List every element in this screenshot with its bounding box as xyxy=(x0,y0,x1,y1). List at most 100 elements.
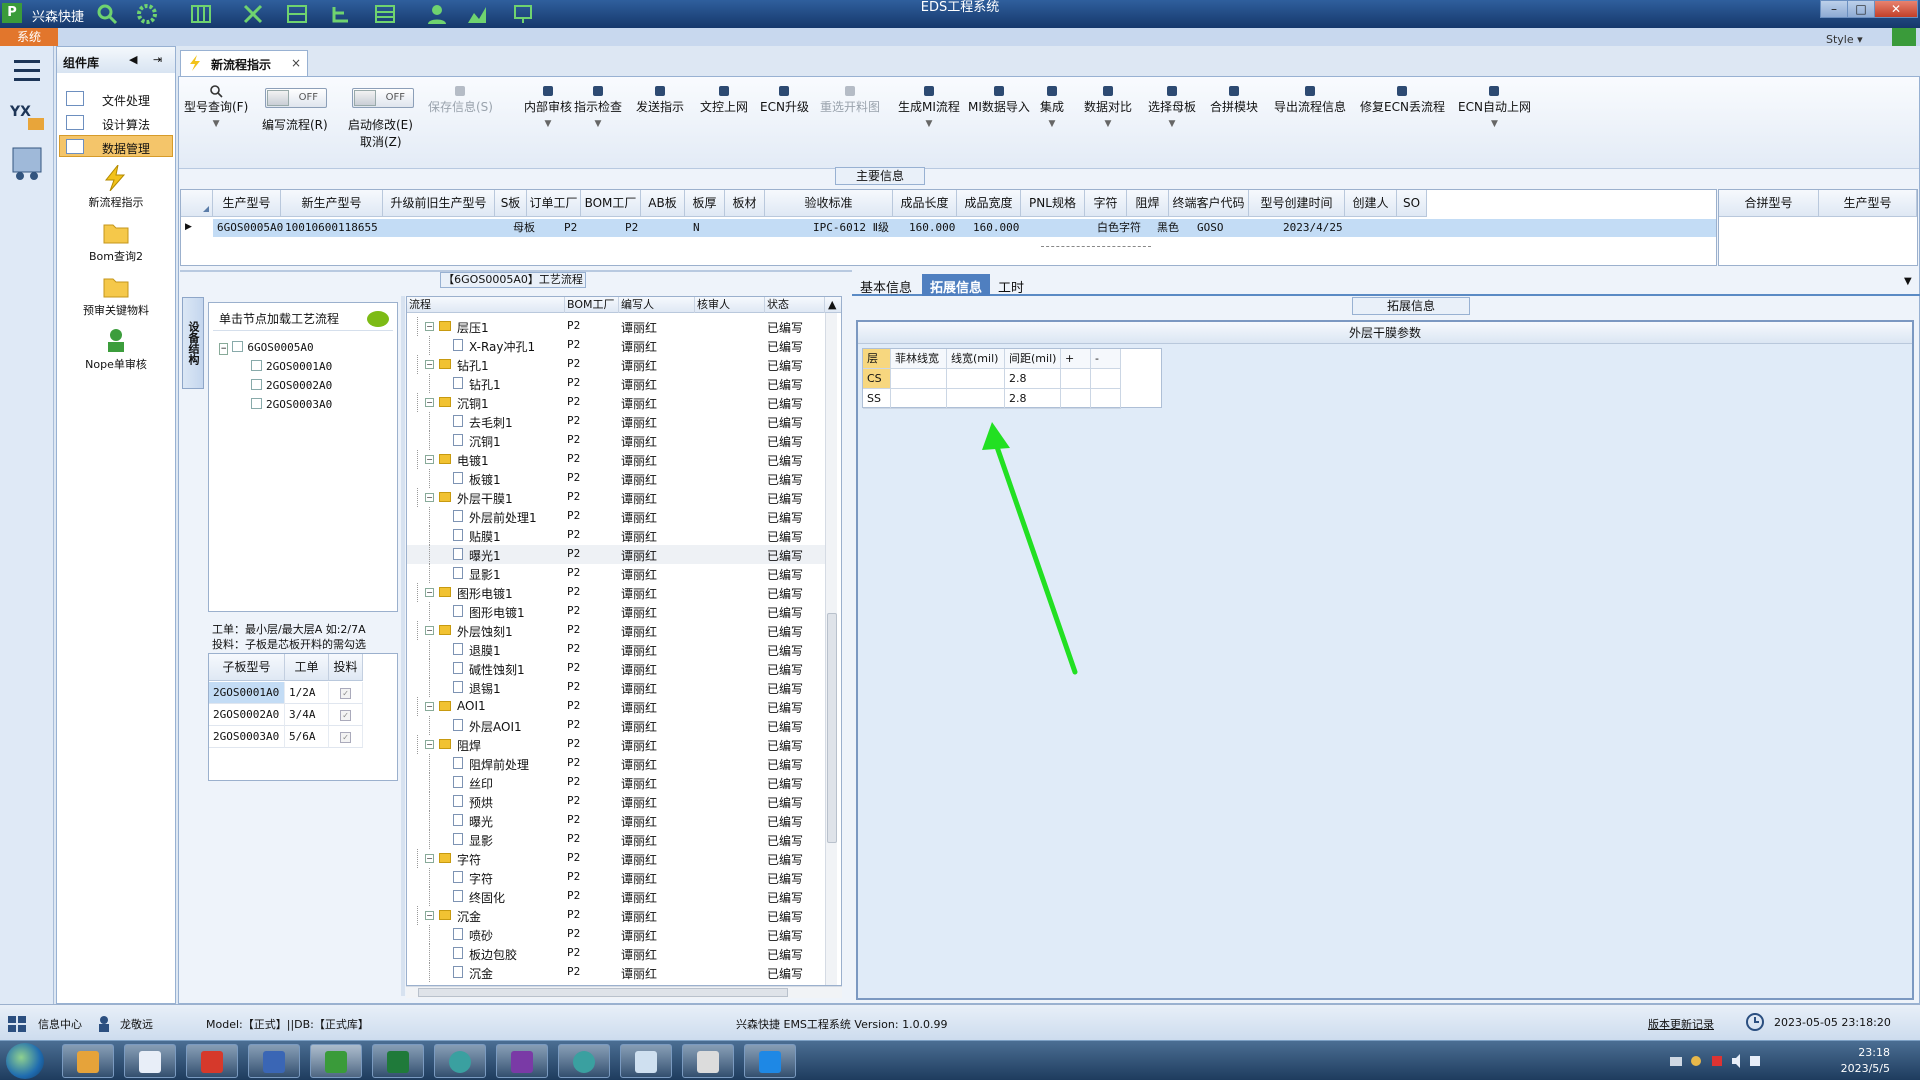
checkbox[interactable] xyxy=(232,341,244,352)
col-header[interactable]: 订单工厂 xyxy=(527,190,581,217)
param-layer[interactable]: SS xyxy=(863,389,891,409)
vertical-tab-device-structure[interactable]: 设备结构 xyxy=(182,297,204,389)
taskbar-app-calc[interactable] xyxy=(682,1044,734,1078)
collapse-icon[interactable]: − xyxy=(425,911,434,920)
param-cell[interactable] xyxy=(1061,369,1091,389)
flow-row[interactable]: − 沉金 P2 谭丽红 已编写 xyxy=(407,906,825,925)
collapse-icon[interactable]: − xyxy=(425,702,434,711)
flow-row[interactable]: − 钻孔1 P2 谭丽红 已编写 xyxy=(407,355,825,374)
sub-board-feed[interactable]: ✓ xyxy=(329,704,363,726)
flow-row[interactable]: 外层AOI1 P2 谭丽红 已编写 xyxy=(407,716,825,735)
tree-node[interactable]: 2GOS0003A0 xyxy=(251,396,332,414)
param-cell[interactable] xyxy=(947,369,1005,389)
toolbar-button-11[interactable]: 选择母板 ▼ xyxy=(1148,84,1196,129)
flow-row[interactable]: 沉金 P2 谭丽红 已编写 xyxy=(407,963,825,982)
taskbar-app-excel[interactable] xyxy=(372,1044,424,1078)
toolbar-button-8[interactable]: MI数据导入 xyxy=(968,84,1030,115)
flow-row[interactable]: 碱性蚀刻1 P2 谭丽红 已编写 xyxy=(407,659,825,678)
toolbar-button-6[interactable]: 重选开料图 xyxy=(820,84,880,115)
param-cell[interactable] xyxy=(891,369,947,389)
col-header[interactable]: 工单 xyxy=(285,654,329,681)
flow-row[interactable]: 外层前处理1 P2 谭丽红 已编写 xyxy=(407,507,825,526)
taskbar-clock[interactable]: 23:18 2023/5/5 xyxy=(1770,1045,1890,1077)
yx-module-icon[interactable]: YX xyxy=(6,94,48,136)
param-col-header[interactable]: - xyxy=(1091,349,1121,369)
flow-row[interactable]: 曝光1 P2 谭丽红 已编写 xyxy=(407,545,825,564)
param-col-header[interactable]: 层 xyxy=(863,349,891,369)
checkbox[interactable] xyxy=(251,360,262,371)
flow-row[interactable]: 板边包胶 P2 谭丽红 已编写 xyxy=(407,944,825,963)
tab-extended-info[interactable]: 拓展信息 xyxy=(922,274,991,296)
tool-bom-query[interactable]: Bom查询2 xyxy=(59,219,173,264)
param-layer[interactable]: CS xyxy=(863,369,891,389)
tree-node[interactable]: 2GOS0001A0 xyxy=(251,358,332,376)
menu-icon[interactable] xyxy=(6,50,48,92)
flow-row[interactable]: 退膜1 P2 谭丽红 已编写 xyxy=(407,640,825,659)
col-header[interactable]: 升级前旧生产型号 xyxy=(383,190,495,217)
taskbar-app-save[interactable] xyxy=(248,1044,300,1078)
col-header[interactable]: 合拼型号 xyxy=(1719,190,1819,217)
flow-row[interactable]: − 外层干膜1 P2 谭丽红 已编写 xyxy=(407,488,825,507)
param-cell[interactable] xyxy=(891,389,947,409)
col-header[interactable]: 阻焊 xyxy=(1127,190,1169,217)
col-header[interactable]: 核审人 xyxy=(695,297,765,313)
flow-row[interactable]: − 外层蚀刻1 P2 谭丽红 已编写 xyxy=(407,621,825,640)
sub-board-order[interactable]: 5/6A xyxy=(285,726,329,748)
param-col-header[interactable]: 菲林线宽 xyxy=(891,349,947,369)
col-header[interactable]: 终端客户代码 xyxy=(1169,190,1249,217)
taskbar-app-eye2[interactable] xyxy=(558,1044,610,1078)
checkbox[interactable] xyxy=(251,379,262,390)
expand-icon[interactable]: − xyxy=(219,343,229,355)
start-modify-toggle[interactable]: OFF xyxy=(352,88,414,108)
panel-dropdown-icon[interactable]: ▼ xyxy=(1904,276,1912,287)
maximize-button[interactable]: □ xyxy=(1847,0,1875,18)
tool-new-flow[interactable]: 新流程指示 xyxy=(59,165,173,210)
collapse-icon[interactable]: − xyxy=(425,398,434,407)
col-header[interactable]: 新生产型号 xyxy=(281,190,383,217)
system-menu[interactable]: 系统 xyxy=(0,28,58,46)
sub-board-order[interactable]: 1/2A xyxy=(285,682,329,704)
sub-board-feed[interactable]: ✓ xyxy=(329,682,363,704)
tab-basic-info[interactable]: 基本信息 xyxy=(852,274,920,296)
col-header[interactable]: 创建人 xyxy=(1345,190,1397,217)
changelog-link[interactable]: 版本更新记录 xyxy=(1648,1016,1714,1032)
device-module-icon[interactable] xyxy=(6,142,48,184)
sub-board-feed[interactable]: ✓ xyxy=(329,726,363,748)
toolbar-button-15[interactable]: ECN自动上网 ▼ xyxy=(1458,84,1531,129)
col-header[interactable]: S板 xyxy=(495,190,527,217)
pin-icon[interactable]: ⇥ xyxy=(153,53,162,66)
col-header[interactable]: 型号创建时间 xyxy=(1249,190,1345,217)
flow-row[interactable]: 去毛刺1 P2 谭丽红 已编写 xyxy=(407,412,825,431)
col-header[interactable]: 生产型号 xyxy=(213,190,281,217)
h-scrollbar[interactable] xyxy=(1041,246,1151,254)
tool-key-material[interactable]: 预审关键物料 xyxy=(59,273,173,318)
col-header[interactable]: 生产型号 xyxy=(1819,190,1917,217)
col-header[interactable]: 状态 xyxy=(765,297,825,313)
flow-row[interactable]: 显影1 P2 谭丽红 已编写 xyxy=(407,564,825,583)
collapse-icon[interactable]: − xyxy=(425,322,434,331)
system-tray[interactable] xyxy=(1668,1053,1764,1069)
table-row[interactable]: 6GOS0005A0 10010600118655 母板 P2 P2 N IPC… xyxy=(213,219,1716,237)
toolbar-button-2[interactable]: 指示检查 ▼ xyxy=(574,84,622,129)
param-col-header[interactable]: 间距(mil) xyxy=(1005,349,1061,369)
flow-row[interactable]: − 字符 P2 谭丽红 已编写 xyxy=(407,849,825,868)
taskbar-app-x[interactable] xyxy=(496,1044,548,1078)
flow-row[interactable]: 预烘 P2 谭丽红 已编写 xyxy=(407,792,825,811)
col-header[interactable]: SO xyxy=(1397,190,1427,217)
flow-row[interactable]: X-Ray冲孔1 P2 谭丽红 已编写 xyxy=(407,336,825,355)
toolbar-button-4[interactable]: 文控上网 xyxy=(700,84,748,115)
model-query-button[interactable]: 型号查询(F) ▼ xyxy=(184,84,248,129)
collapse-icon[interactable]: − xyxy=(425,854,434,863)
flow-row[interactable]: 丝印 P2 谭丽红 已编写 xyxy=(407,773,825,792)
collapse-icon[interactable]: − xyxy=(425,588,434,597)
param-col-header[interactable]: 线宽(mil) xyxy=(947,349,1005,369)
style-dropdown[interactable]: Style ▾ xyxy=(1826,33,1863,46)
col-header[interactable]: 字符 xyxy=(1085,190,1127,217)
sub-board-order[interactable]: 3/4A xyxy=(285,704,329,726)
toolbar-button-12[interactable]: 合拼模块 xyxy=(1210,84,1258,115)
param-cell[interactable] xyxy=(1061,389,1091,409)
col-header[interactable]: AB板 xyxy=(641,190,685,217)
param-cell[interactable] xyxy=(947,389,1005,409)
flow-row[interactable]: − 层压1 P2 谭丽红 已编写 xyxy=(407,317,825,336)
start-button[interactable] xyxy=(6,1043,44,1079)
